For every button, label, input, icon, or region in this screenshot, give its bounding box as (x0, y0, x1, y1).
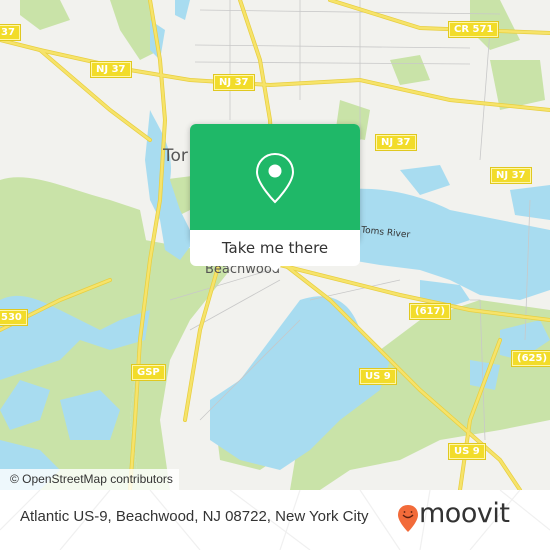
osm-attribution[interactable]: © OpenStreetMap contributors (0, 469, 179, 490)
place-label-toms-river: Tor (163, 146, 188, 166)
map-pin-icon (255, 152, 295, 204)
popup-header (190, 124, 360, 230)
footer: Atlantic US-9, Beachwood, NJ 08722, New … (0, 490, 550, 550)
location-popup[interactable]: Take me there (190, 124, 360, 272)
road-shield-us9: US 9 (449, 444, 485, 459)
road-shield-cr571: CR 571 (449, 22, 499, 37)
map-view[interactable]: 37 NJ 37 NJ 37 NJ 37 NJ 37 CR 571 (617) … (0, 0, 550, 490)
moovit-logo[interactable]: moovit (397, 498, 547, 540)
road-shield-us9: US 9 (360, 369, 396, 384)
road-shield-cr625: (625) (512, 351, 550, 366)
road-shield-cr617: (617) (410, 304, 451, 319)
address-text: Atlantic US-9, Beachwood, NJ 08722, New … (20, 508, 369, 525)
popup-pointer (267, 264, 283, 272)
road-shield-nj37: 37 (0, 25, 20, 40)
road-shield-nj37: NJ 37 (376, 135, 416, 150)
moovit-wordmark: moovit (419, 498, 510, 529)
road-shield-nj37: NJ 37 (491, 168, 531, 183)
take-me-there-button[interactable]: Take me there (190, 230, 360, 266)
road-shield-cr530: 530 (0, 310, 27, 325)
road-shield-gsp: GSP (132, 365, 165, 380)
road-shield-nj37: NJ 37 (91, 62, 131, 77)
road-shield-nj37: NJ 37 (214, 75, 254, 90)
moovit-pin-icon (398, 505, 418, 532)
